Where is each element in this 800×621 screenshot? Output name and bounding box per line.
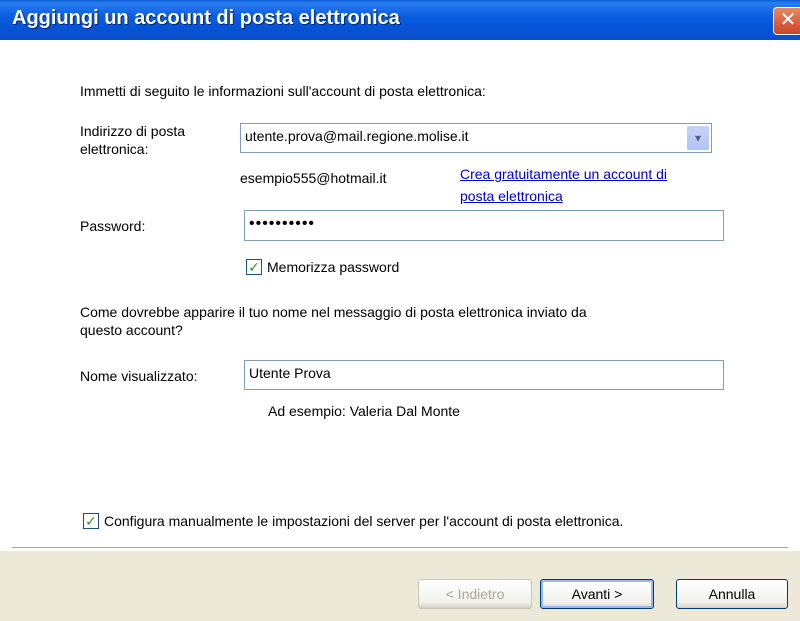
remember-password-label: Memorizza password	[267, 259, 400, 275]
dialog-window: Aggiungi un account di posta elettronica…	[0, 0, 800, 621]
display-name-field[interactable]: Utente Prova	[244, 360, 724, 390]
email-example: esempio555@hotmail.it	[240, 170, 387, 186]
next-button[interactable]: Avanti >	[540, 579, 654, 609]
email-label-line2: elettronica:	[80, 141, 149, 157]
create-account-link-line2[interactable]: posta elettronica	[460, 188, 563, 204]
manual-config-label: Configura manualmente le impostazioni de…	[104, 513, 624, 529]
password-label: Password:	[80, 218, 146, 234]
footer-separator	[12, 547, 788, 549]
email-value: utente.prova@mail.regione.molise.it	[245, 128, 469, 144]
password-field[interactable]: ••••••••••	[244, 210, 724, 241]
check-icon: ✓	[85, 513, 97, 529]
name-question-line1: Come dovrebbe apparire il tuo nome nel m…	[80, 304, 587, 320]
dialog-title: Aggiungi un account di posta elettronica	[12, 7, 400, 29]
title-bar[interactable]: Aggiungi un account di posta elettronica…	[0, 0, 800, 40]
button-bar: < Indietro Avanti > Annulla	[0, 551, 800, 621]
remember-password-checkbox[interactable]: ✓	[246, 259, 262, 275]
dialog-body: Immetti di seguito le informazioni sull'…	[0, 40, 800, 621]
name-question-line2: questo account?	[80, 322, 183, 338]
chevron-down-icon[interactable]: ▾	[686, 125, 710, 151]
display-name-label: Nome visualizzato:	[80, 368, 198, 384]
back-button[interactable]: < Indietro	[418, 579, 532, 609]
check-icon: ✓	[248, 259, 260, 275]
display-name-example: Ad esempio: Valeria Dal Monte	[268, 403, 460, 419]
close-button[interactable]: ✕	[773, 7, 800, 35]
email-combobox[interactable]: utente.prova@mail.regione.molise.it ▾	[240, 123, 712, 153]
intro-text: Immetti di seguito le informazioni sull'…	[80, 83, 486, 99]
cancel-button[interactable]: Annulla	[676, 579, 788, 609]
email-label-line1: Indirizzo di posta	[80, 123, 186, 139]
create-account-link-line1[interactable]: Crea gratuitamente un account di	[460, 166, 667, 182]
manual-config-checkbox[interactable]: ✓	[83, 513, 99, 529]
